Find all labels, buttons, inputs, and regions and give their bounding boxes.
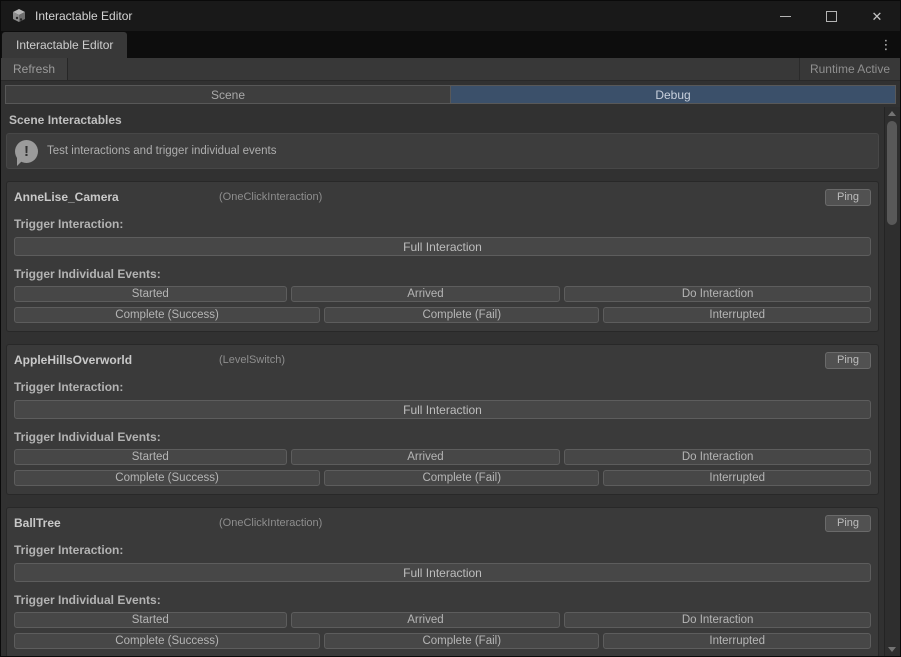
- close-icon: ✕: [872, 10, 883, 23]
- events-row-2: Complete (Success) Complete (Fail) Inter…: [14, 633, 871, 649]
- tab-debug[interactable]: Debug: [450, 85, 896, 104]
- arrived-button[interactable]: Arrived: [291, 286, 561, 302]
- entry-header: BallTree (OneClickInteraction) Ping: [14, 514, 871, 532]
- entry-header: AnneLise_Camera (OneClickInteraction) Pi…: [14, 188, 871, 206]
- trigger-interaction-label: Trigger Interaction:: [14, 543, 871, 557]
- arrived-button[interactable]: Arrived: [291, 449, 561, 465]
- maximize-button[interactable]: [808, 1, 854, 31]
- interactable-editor-window: Interactable Editor ✕ Interactable Edito…: [0, 0, 901, 657]
- do-interaction-button[interactable]: Do Interaction: [564, 449, 871, 465]
- minimize-icon: [780, 16, 791, 17]
- help-box: ! Test interactions and trigger individu…: [6, 133, 879, 169]
- scroll-content: Scene Interactables ! Test interactions …: [1, 107, 884, 656]
- ping-button[interactable]: Ping: [825, 189, 871, 206]
- entry-type: (OneClickInteraction): [219, 191, 322, 203]
- started-button[interactable]: Started: [14, 449, 287, 465]
- scrollbar-thumb[interactable]: [887, 121, 897, 225]
- complete-success-button[interactable]: Complete (Success): [14, 470, 320, 486]
- window-controls: ✕: [762, 1, 900, 31]
- entry-name: AppleHillsOverworld: [14, 353, 219, 367]
- interactable-entry: AppleHillsOverworld (LevelSwitch) Ping T…: [6, 344, 879, 495]
- runtime-active-label: Runtime Active: [799, 58, 900, 80]
- section-title: Scene Interactables: [9, 113, 876, 127]
- full-interaction-button[interactable]: Full Interaction: [14, 237, 871, 256]
- events-row-2: Complete (Success) Complete (Fail) Inter…: [14, 470, 871, 486]
- trigger-interaction-label: Trigger Interaction:: [14, 380, 871, 394]
- scroll-up-arrow-icon[interactable]: [888, 111, 896, 116]
- scroll-down-arrow-icon[interactable]: [888, 647, 896, 652]
- vertical-scrollbar[interactable]: [884, 107, 900, 656]
- help-text: Test interactions and trigger individual…: [47, 145, 277, 157]
- full-interaction-button[interactable]: Full Interaction: [14, 563, 871, 582]
- events-row-2: Complete (Success) Complete (Fail) Inter…: [14, 307, 871, 323]
- do-interaction-button[interactable]: Do Interaction: [564, 286, 871, 302]
- arrived-button[interactable]: Arrived: [291, 612, 561, 628]
- toolbar: Refresh Runtime Active: [1, 58, 900, 81]
- kebab-menu-icon[interactable]: ⋮: [872, 32, 900, 58]
- unity-cube-icon: [10, 8, 27, 25]
- title-bar: Interactable Editor ✕: [1, 1, 900, 31]
- window-title: Interactable Editor: [35, 9, 132, 23]
- trigger-events-label: Trigger Individual Events:: [14, 267, 871, 281]
- events-row-1: Started Arrived Do Interaction: [14, 449, 871, 465]
- complete-success-button[interactable]: Complete (Success): [14, 633, 320, 649]
- complete-fail-button[interactable]: Complete (Fail): [324, 633, 599, 649]
- view-toggle: Scene Debug: [5, 85, 896, 104]
- complete-fail-button[interactable]: Complete (Fail): [324, 307, 599, 323]
- ping-button[interactable]: Ping: [825, 515, 871, 532]
- trigger-interaction-label: Trigger Interaction:: [14, 217, 871, 231]
- interrupted-button[interactable]: Interrupted: [603, 470, 871, 486]
- entry-type: (OneClickInteraction): [219, 517, 322, 529]
- interrupted-button[interactable]: Interrupted: [603, 307, 871, 323]
- entry-type: (LevelSwitch): [219, 354, 285, 366]
- ping-button[interactable]: Ping: [825, 352, 871, 369]
- events-row-1: Started Arrived Do Interaction: [14, 286, 871, 302]
- close-button[interactable]: ✕: [854, 1, 900, 31]
- info-icon: !: [15, 140, 38, 163]
- do-interaction-button[interactable]: Do Interaction: [564, 612, 871, 628]
- started-button[interactable]: Started: [14, 286, 287, 302]
- tab-scene[interactable]: Scene: [5, 85, 450, 104]
- entry-header: AppleHillsOverworld (LevelSwitch) Ping: [14, 351, 871, 369]
- interrupted-button[interactable]: Interrupted: [603, 633, 871, 649]
- full-interaction-button[interactable]: Full Interaction: [14, 400, 871, 419]
- main-area: Scene Interactables ! Test interactions …: [1, 107, 900, 656]
- tab-interactable-editor[interactable]: Interactable Editor: [2, 32, 127, 58]
- interactable-entry: BallTree (OneClickInteraction) Ping Trig…: [6, 507, 879, 656]
- entry-name: BallTree: [14, 516, 219, 530]
- tab-strip: Interactable Editor ⋮: [1, 31, 900, 58]
- refresh-button[interactable]: Refresh: [1, 58, 68, 80]
- entry-name: AnneLise_Camera: [14, 190, 219, 204]
- complete-success-button[interactable]: Complete (Success): [14, 307, 320, 323]
- trigger-events-label: Trigger Individual Events:: [14, 593, 871, 607]
- interactable-entry: AnneLise_Camera (OneClickInteraction) Pi…: [6, 181, 879, 332]
- maximize-icon: [826, 11, 837, 22]
- complete-fail-button[interactable]: Complete (Fail): [324, 470, 599, 486]
- minimize-button[interactable]: [762, 1, 808, 31]
- events-row-1: Started Arrived Do Interaction: [14, 612, 871, 628]
- started-button[interactable]: Started: [14, 612, 287, 628]
- trigger-events-label: Trigger Individual Events:: [14, 430, 871, 444]
